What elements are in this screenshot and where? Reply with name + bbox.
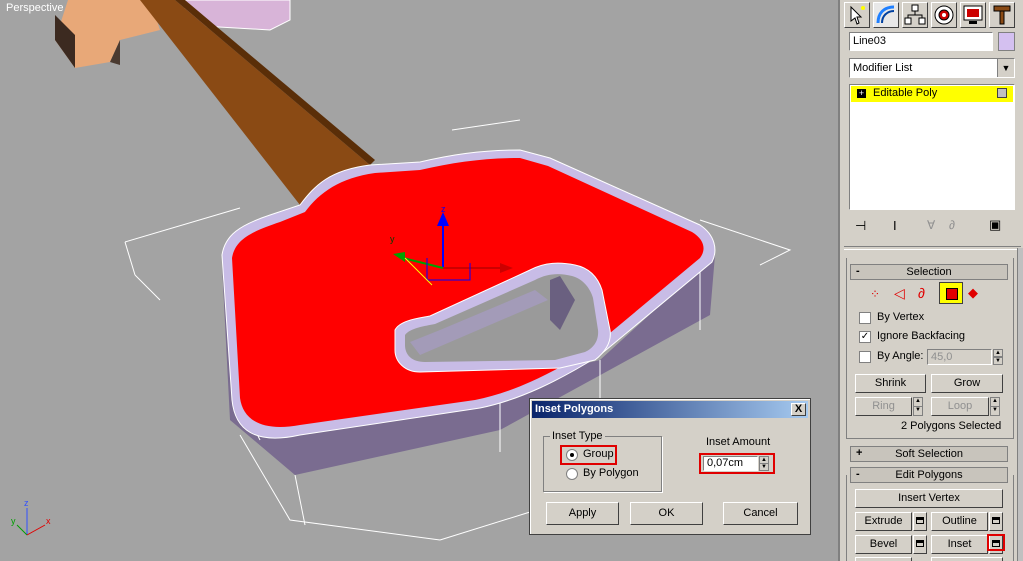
bevel-settings-button[interactable] xyxy=(913,535,927,554)
make-unique-icon[interactable]: ∀ xyxy=(927,218,935,232)
stack-item-toggle-icon[interactable] xyxy=(997,88,1007,98)
selection-status: 2 Polygons Selected xyxy=(901,420,1002,432)
axis-y-label: y xyxy=(11,516,16,526)
next-row-button-right[interactable] xyxy=(931,557,1003,561)
object-name-field[interactable]: Line03 xyxy=(849,32,993,51)
show-end-result-icon[interactable]: Ι xyxy=(893,218,897,233)
gizmo-y-label: y xyxy=(390,234,395,244)
utilities-tab-icon[interactable] xyxy=(989,2,1015,28)
hierarchy-tab-icon[interactable] xyxy=(902,2,928,28)
dialog-titlebar[interactable]: Inset Polygons X xyxy=(532,401,808,418)
inset-button[interactable]: Inset xyxy=(931,535,988,554)
viewport-label[interactable]: Perspective xyxy=(6,2,63,14)
grow-button[interactable]: Grow xyxy=(931,374,1003,393)
by-polygon-radio-label[interactable]: By Polygon xyxy=(583,467,639,479)
soft-selection-title: Soft Selection xyxy=(895,448,963,460)
border-mode-icon[interactable]: ∂ xyxy=(918,285,925,301)
cancel-button[interactable]: Cancel xyxy=(723,502,798,525)
vertex-mode-icon[interactable]: ⁘ xyxy=(870,287,880,301)
create-tab-icon[interactable] xyxy=(844,2,870,28)
group-radio-label[interactable]: Group xyxy=(583,448,614,460)
ignore-backfacing-checkbox[interactable]: ✓ xyxy=(859,331,871,343)
axis-z-label: z xyxy=(24,498,29,508)
soft-selection-rollout-header[interactable]: + Soft Selection xyxy=(850,446,1008,462)
stack-item-label: Editable Poly xyxy=(873,87,938,99)
inset-settings-highlight-box xyxy=(987,534,1005,551)
inset-type-label: Inset Type xyxy=(550,430,605,442)
insert-vertex-button[interactable]: Insert Vertex xyxy=(855,489,1003,508)
ring-button[interactable]: Ring xyxy=(855,397,912,416)
edit-polygons-rollout-header[interactable]: - Edit Polygons xyxy=(850,467,1008,483)
settings-icon xyxy=(916,517,924,524)
by-vertex-checkbox[interactable] xyxy=(859,312,871,324)
group-radio[interactable] xyxy=(566,449,578,461)
outline-button[interactable]: Outline xyxy=(931,512,988,531)
modifier-list-label: Modifier List xyxy=(853,62,913,74)
modify-tab-icon[interactable] xyxy=(873,2,899,28)
ring-down-arrow[interactable]: ▼ xyxy=(913,406,923,416)
angle-down-arrow[interactable]: ▼ xyxy=(993,357,1003,365)
modifier-list-dropdown[interactable]: Modifier List ▼ xyxy=(849,58,1015,78)
modifier-stack: + Editable Poly xyxy=(849,84,1015,210)
ok-button[interactable]: OK xyxy=(630,502,703,525)
inset-polygons-dialog: Inset Polygons X Inset Type Group By Pol… xyxy=(529,398,811,535)
bevel-button[interactable]: Bevel xyxy=(855,535,912,554)
element-mode-icon[interactable]: ◆ xyxy=(968,285,978,301)
command-panel: Line03 Modifier List ▼ + Editable Poly ⊣… xyxy=(838,0,1023,561)
settings-icon xyxy=(992,517,1000,524)
stack-item-editable-poly[interactable]: + Editable Poly xyxy=(851,86,1013,102)
outline-settings-button[interactable] xyxy=(989,512,1003,531)
selection-title: Selection xyxy=(906,266,952,278)
panel-scrollbar[interactable] xyxy=(1017,248,1023,561)
chevron-down-icon[interactable]: ▼ xyxy=(997,59,1014,77)
loop-down-arrow[interactable]: ▼ xyxy=(990,406,1000,416)
by-angle-label[interactable]: By Angle: xyxy=(877,350,923,362)
by-polygon-radio[interactable] xyxy=(566,468,578,480)
polygon-mode-button[interactable] xyxy=(939,282,963,304)
by-angle-checkbox[interactable] xyxy=(859,351,871,363)
inset-amount-down-arrow[interactable]: ▼ xyxy=(759,463,769,471)
separator xyxy=(844,246,1021,250)
selection-rollout-header[interactable]: - Selection xyxy=(850,264,1008,280)
angle-up-arrow[interactable]: ▲ xyxy=(993,349,1003,357)
next-row-button-left[interactable] xyxy=(855,557,912,561)
edge-mode-icon[interactable]: ◁ xyxy=(894,285,905,302)
extrude-settings-button[interactable] xyxy=(913,512,927,531)
axis-x-label: x xyxy=(46,516,51,526)
loop-button[interactable]: Loop xyxy=(931,397,989,416)
by-vertex-label[interactable]: By Vertex xyxy=(877,311,924,323)
close-button[interactable]: X xyxy=(791,403,806,416)
apply-button[interactable]: Apply xyxy=(546,502,619,525)
pin-stack-icon[interactable]: ⊣ xyxy=(855,218,866,234)
motion-tab-icon[interactable] xyxy=(931,2,957,28)
by-angle-field[interactable]: 45,0 xyxy=(927,349,992,365)
inset-amount-field[interactable]: 0,07cm xyxy=(703,456,758,471)
object-color-swatch[interactable] xyxy=(998,32,1015,51)
stack-toolbar: ⊣ Ι ∀ ∂ ▣ xyxy=(849,215,1015,237)
gizmo-z-label: z xyxy=(441,204,446,214)
expand-icon[interactable]: + xyxy=(857,89,866,98)
remove-modifier-icon[interactable]: ∂ xyxy=(949,218,955,232)
extrude-button[interactable]: Extrude xyxy=(855,512,912,531)
ignore-backfacing-label[interactable]: Ignore Backfacing xyxy=(877,330,965,342)
display-tab-icon[interactable] xyxy=(960,2,986,28)
configure-modifier-sets-icon[interactable]: ▣ xyxy=(989,217,1001,233)
settings-icon xyxy=(916,540,924,547)
shrink-button[interactable]: Shrink xyxy=(855,374,926,393)
dialog-title: Inset Polygons xyxy=(535,403,614,415)
edit-polygons-title: Edit Polygons xyxy=(895,469,963,481)
inset-amount-label: Inset Amount xyxy=(706,436,771,448)
polygon-icon xyxy=(946,288,958,300)
axis-tripod xyxy=(16,508,46,536)
